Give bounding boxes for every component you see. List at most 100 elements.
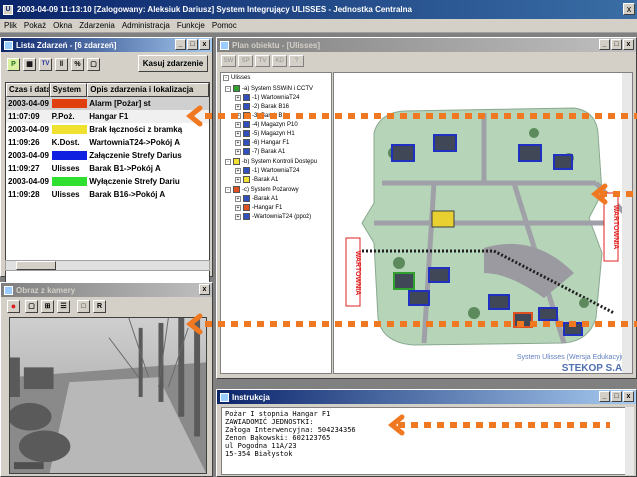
record-icon[interactable]: ●: [7, 299, 20, 313]
tree-node[interactable]: - -a) System SSWiN i CCTV: [225, 85, 313, 92]
r-button[interactable]: R: [93, 299, 106, 313]
tree-node[interactable]: + -1) WartowniaT24: [235, 167, 299, 174]
app-icon: U: [3, 4, 13, 15]
maximize-button[interactable]: □: [611, 39, 622, 50]
toolbar-sw-button[interactable]: SW: [221, 55, 236, 67]
maximize-button[interactable]: □: [187, 39, 198, 50]
close-button[interactable]: x: [199, 39, 210, 50]
zone-icon: [243, 121, 250, 128]
event-color-cell: [50, 149, 88, 162]
tree-node[interactable]: - -c) System Pożarowy: [225, 186, 299, 193]
menu-view[interactable]: Pokaż: [24, 21, 46, 30]
clear-event-button[interactable]: Kasuj zdarzenie: [138, 55, 208, 72]
scroll-thumb[interactable]: [16, 261, 56, 270]
minimize-button[interactable]: _: [599, 391, 610, 402]
layout-quad-icon[interactable]: ⊞: [41, 299, 54, 313]
tree-node-label: -1) WartowniaT24: [252, 167, 300, 174]
toolbar-tv-button[interactable]: TV: [255, 55, 270, 67]
tree-node[interactable]: - Ulisses: [223, 75, 250, 81]
tree-node[interactable]: + -1) WartowniaT24: [235, 94, 299, 101]
event-date: 2003-04-09: [8, 177, 49, 186]
tree-node[interactable]: + -Barak A1: [235, 195, 278, 202]
tree-node-label: -1) WartowniaT24: [252, 94, 300, 101]
event-system: Ulisses: [51, 164, 80, 173]
tree-node[interactable]: - -b) System Kontroli Dostępu: [225, 158, 317, 165]
minimize-button[interactable]: _: [599, 39, 610, 50]
menu-events[interactable]: Zdarzenia: [79, 21, 115, 30]
tree-node[interactable]: + -3) Barak B1: [235, 112, 286, 119]
tree-node[interactable]: + -2) Barak B16: [235, 103, 289, 110]
pause-icon[interactable]: ‖: [55, 57, 68, 71]
event-date: 2003-04-09: [8, 125, 49, 134]
column-header-time[interactable]: Czas i data: [6, 83, 50, 97]
menu-bar: Plik Pokaż Okna Zdarzenia Administracja …: [0, 19, 637, 33]
maximize-button[interactable]: □: [611, 391, 622, 402]
toolbar-help-button[interactable]: ?: [289, 55, 304, 67]
fullscreen-icon[interactable]: □: [77, 299, 90, 313]
zone-icon: [243, 195, 250, 202]
instructions-window-title: Instrukcja: [232, 392, 270, 402]
grid-icon[interactable]: ▦: [23, 57, 36, 71]
toolbar-kd-button[interactable]: KD: [272, 55, 287, 67]
tree-node-label: -3) Barak B1: [252, 112, 286, 119]
layout-list-icon[interactable]: ☰: [57, 299, 70, 313]
vertical-scrollbar[interactable]: [625, 407, 634, 475]
menu-windows[interactable]: Okna: [53, 21, 72, 30]
close-button[interactable]: x: [199, 284, 210, 295]
table-row[interactable]: 11:07:09 P.Poż. Hangar F1: [6, 110, 209, 123]
tree-node[interactable]: + -6) Hangar F1: [235, 139, 289, 146]
menu-functions[interactable]: Funkcje: [177, 21, 205, 30]
menu-file[interactable]: Plik: [4, 21, 17, 30]
plan-window-titlebar: Plan obiektu - [Ulisses] _ □ x: [217, 38, 636, 52]
vertical-scrollbar[interactable]: [622, 73, 632, 373]
events-window: Lista Zdarzeń - [6 zdarzeń] _ □ x P ▦ TV…: [0, 37, 213, 296]
table-row[interactable]: 2003-04-09 Brak łączności z bramką: [6, 123, 209, 136]
expand-icon: +: [235, 213, 241, 220]
event-date: 2003-04-09: [8, 99, 49, 108]
sort-icon[interactable]: %: [71, 57, 84, 71]
tree-node-label: -Hangar F1: [252, 204, 283, 211]
menu-help[interactable]: Pomoc: [212, 21, 237, 30]
event-desc: Załączenie Strefy Darius: [89, 151, 182, 160]
event-time: 11:09:26: [8, 138, 40, 147]
zone-icon: [243, 112, 250, 119]
close-app-button[interactable]: x: [623, 3, 635, 15]
tree-node[interactable]: + -7) Barak A1: [235, 148, 285, 155]
tree-node[interactable]: + -5) Magazyn H1: [235, 130, 295, 137]
tree-node[interactable]: + -4) Magazyn P10: [235, 121, 298, 128]
table-row[interactable]: 11:09:27 Ulisses Barak B1->Pokój A: [6, 162, 209, 175]
filter-icon[interactable]: P: [7, 57, 20, 71]
tree-node[interactable]: + -Hangar F1: [235, 204, 282, 211]
expand-icon: +: [235, 94, 241, 101]
column-header-system[interactable]: System: [49, 83, 88, 97]
menu-admin[interactable]: Administracja: [122, 21, 170, 30]
table-row[interactable]: 2003-04-09 Alarm [Pożar] st: [6, 97, 209, 110]
close-button[interactable]: x: [623, 39, 634, 50]
instructions-window: Instrukcja _ □ x Pożar I stopnia Hangar …: [216, 389, 637, 477]
toolbar-sp-button[interactable]: SP: [238, 55, 253, 67]
zone-icon: [243, 94, 250, 101]
zone-icon: [243, 139, 250, 146]
layout-single-icon[interactable]: ▢: [25, 299, 38, 313]
horizontal-scrollbar[interactable]: [5, 260, 210, 271]
expand-icon: +: [235, 148, 241, 155]
expand-icon: +: [235, 176, 241, 183]
tree-node-label: Ulisses: [231, 75, 251, 81]
table-row[interactable]: 2003-04-09 Załączenie Strefy Darius: [6, 149, 209, 162]
tv-button[interactable]: TV: [39, 57, 52, 71]
close-button[interactable]: x: [623, 391, 634, 402]
event-color-swatch: [51, 177, 88, 186]
table-row[interactable]: 11:09:26 K.Dost. WartowniaT24->Pokój A: [6, 136, 209, 149]
table-row[interactable]: 2003-04-09 Wyłączenie Strefy Dariu: [6, 175, 209, 188]
tree-node[interactable]: + -Barak A1: [235, 176, 278, 183]
instruction-line: Załoga Interwencyjna: 504234356: [225, 426, 356, 434]
tree-node[interactable]: + -WartowniaT24 (ppoż): [235, 213, 311, 220]
tree-node-label: -7) Barak A1: [252, 148, 286, 155]
minimize-button[interactable]: _: [175, 39, 186, 50]
column-header-description[interactable]: Opis zdarzenia i lokalizacja: [87, 83, 209, 97]
camera-toolbar: ● ▢ ⊞ ☰ □ R: [1, 297, 212, 315]
site-map[interactable]: WARTOWNIA WARTOWNIA System Ulisses (Wers…: [333, 72, 633, 374]
document-icon[interactable]: ▢: [87, 57, 100, 71]
window-icon: [220, 392, 229, 402]
table-row[interactable]: 11:09:28 Ulisses Barak B16->Pokój A: [6, 188, 209, 201]
